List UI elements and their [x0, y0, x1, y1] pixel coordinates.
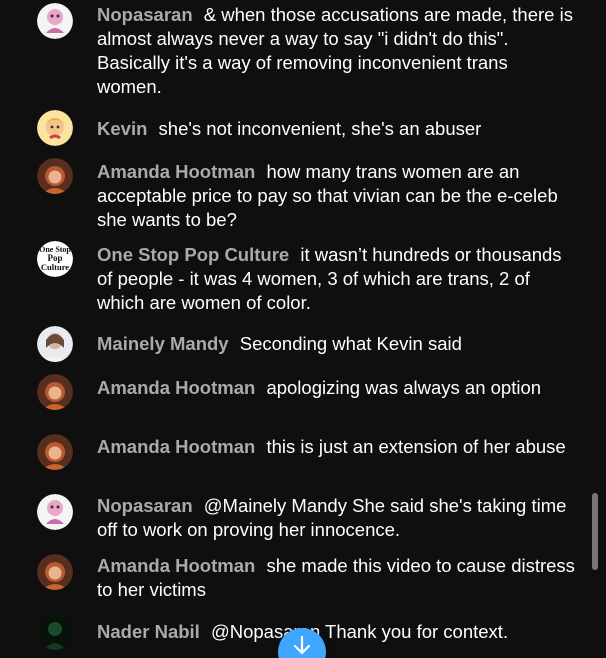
avatar[interactable] — [37, 374, 73, 410]
arrow-down-icon — [293, 635, 311, 655]
avatar[interactable] — [37, 110, 73, 146]
message-content: apologizing was always an option — [266, 377, 542, 398]
chat-message-text: Nopasaran @Mainely Mandy She said she's … — [97, 494, 577, 542]
message-content: @Nopasaran Thank you for context. — [210, 621, 509, 642]
avatar[interactable] — [37, 3, 73, 39]
author-name[interactable]: Amanda Hootman — [97, 436, 255, 457]
avatar[interactable]: One Stop Pop Culture — [37, 241, 73, 277]
chat-message-text: One Stop Pop Culture it wasn’t hundreds … — [97, 243, 577, 315]
message-content: this is just an extension of her abuse — [266, 436, 566, 457]
avatar[interactable] — [37, 158, 73, 194]
avatar[interactable] — [37, 614, 73, 650]
author-name[interactable]: Nader Nabil — [97, 621, 200, 642]
author-name[interactable]: Amanda Hootman — [97, 161, 255, 182]
author-name[interactable]: Kevin — [97, 118, 147, 139]
avatar[interactable] — [37, 554, 73, 590]
author-name[interactable]: Mainely Mandy — [97, 333, 229, 354]
avatar[interactable] — [37, 494, 73, 530]
avatar[interactable] — [37, 326, 73, 362]
chat-message-text: Amanda Hootman she made this video to ca… — [97, 554, 577, 602]
message-content: Seconding what Kevin said — [239, 333, 462, 354]
author-name[interactable]: Amanda Hootman — [97, 377, 255, 398]
chat-message-text: Amanda Hootman how many trans women are … — [97, 160, 577, 232]
author-name[interactable]: Nopasaran — [97, 4, 193, 25]
avatar-logo-text: Culture — [41, 262, 69, 272]
author-name[interactable]: Amanda Hootman — [97, 555, 255, 576]
scrollbar-thumb[interactable] — [592, 493, 598, 570]
live-chat-panel: Nopasaran & when those accusations are m… — [0, 0, 606, 658]
author-name[interactable]: One Stop Pop Culture — [97, 244, 289, 265]
chat-message-text: Nopasaran & when those accusations are m… — [97, 3, 577, 99]
chat-message-text: Amanda Hootman apologizing was always an… — [97, 376, 577, 400]
chat-message-text: Kevin she's not inconvenient, she's an a… — [97, 117, 577, 141]
chat-message-text: Amanda Hootman this is just an extension… — [97, 435, 577, 459]
author-name[interactable]: Nopasaran — [97, 495, 193, 516]
chat-message-text: Nader Nabil @Nopasaran Thank you for con… — [97, 620, 577, 644]
avatar[interactable] — [37, 434, 73, 470]
message-content: she's not inconvenient, she's an abuser — [158, 118, 482, 139]
chat-message-text: Mainely Mandy Seconding what Kevin said — [97, 332, 577, 356]
